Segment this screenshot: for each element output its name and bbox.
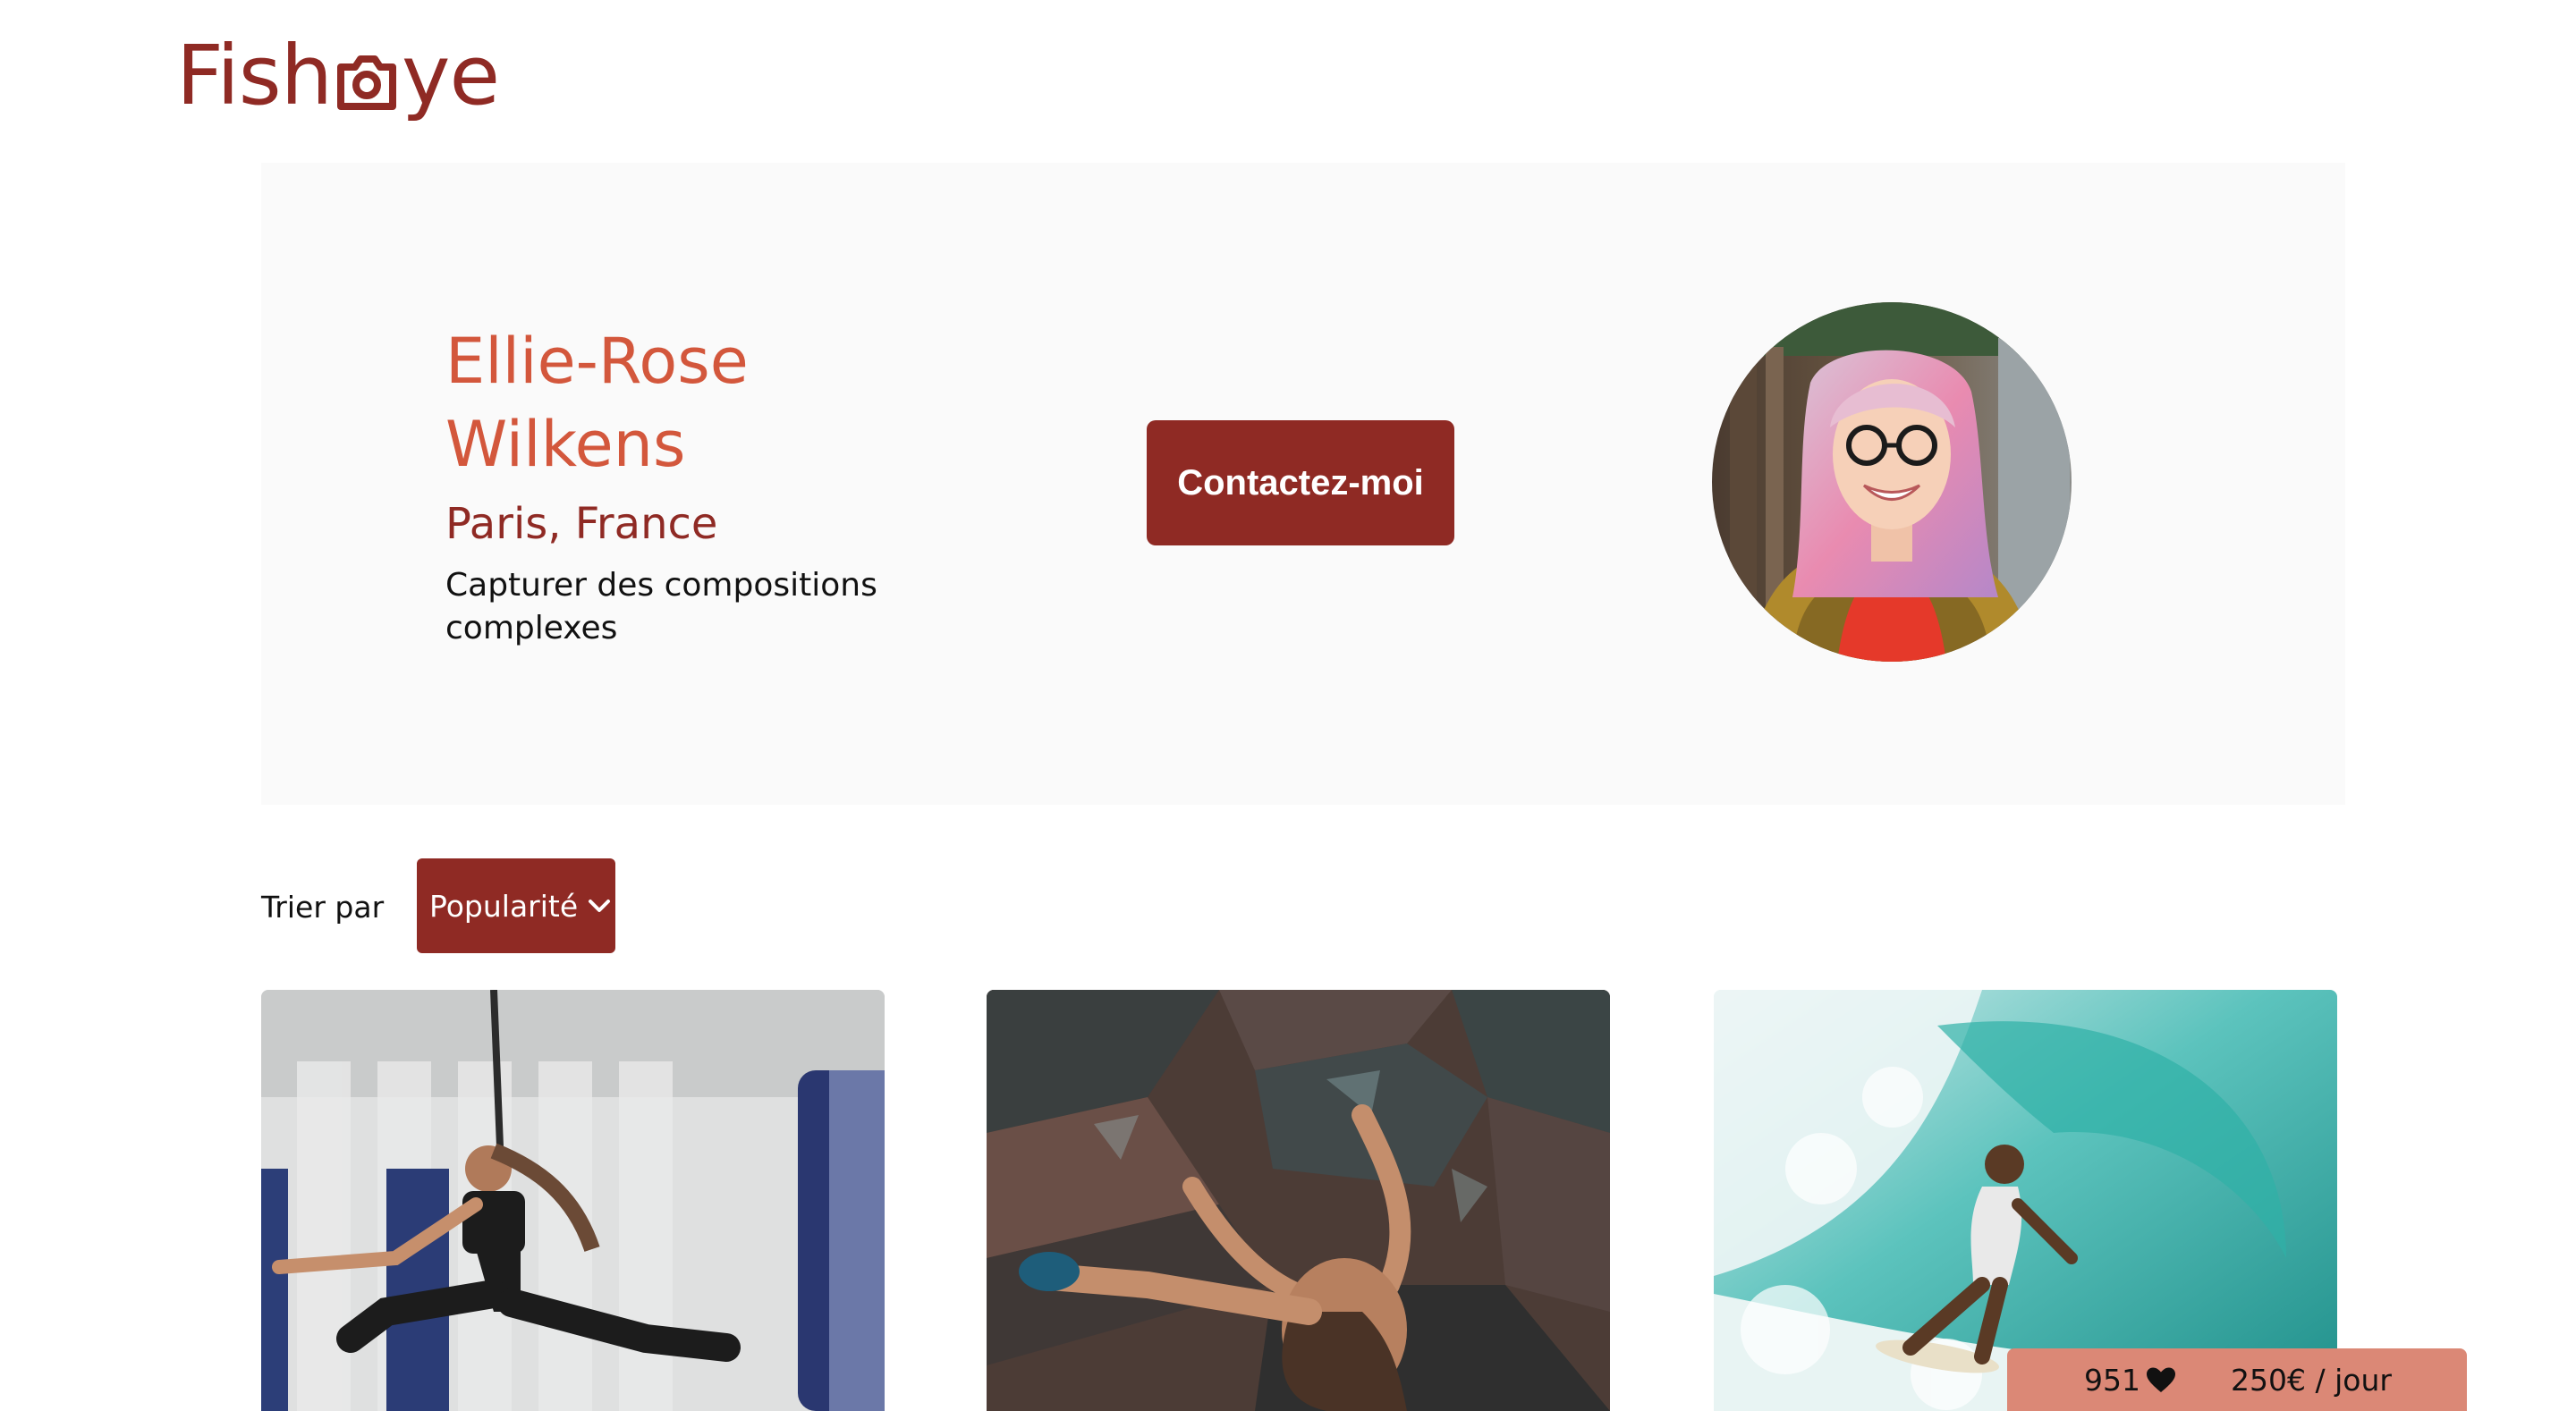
logo[interactable]: Fish ye xyxy=(176,27,500,125)
photographer-name: Ellie-Rose Wilkens xyxy=(445,325,749,481)
sort-label: Trier par xyxy=(261,890,385,925)
sort-dropdown[interactable]: Popularité xyxy=(417,858,615,953)
photographer-tagline: Capturer des compositions complexes xyxy=(445,567,877,646)
likes-count: 951 xyxy=(2084,1362,2140,1398)
chevron-down-icon xyxy=(589,900,611,912)
photographer-stats: 951 250€ / jour xyxy=(2007,1348,2467,1411)
daily-price: 250€ / jour xyxy=(2231,1362,2392,1398)
rock-climbing-photo xyxy=(987,990,1610,1411)
photographer-header: Ellie-Rose Wilkens Paris, France Capture… xyxy=(261,163,2345,805)
contact-button[interactable]: Contactez-moi xyxy=(1147,420,1454,545)
avatar xyxy=(1712,302,2072,662)
sort-selected-value: Popularité xyxy=(429,888,579,924)
logo-text-left: Fish xyxy=(176,28,333,123)
heart-icon xyxy=(2147,1367,2175,1392)
total-likes: 951 xyxy=(2084,1348,2176,1411)
media-card[interactable] xyxy=(987,990,1610,1411)
media-card[interactable] xyxy=(261,990,885,1411)
photographer-location: Paris, France xyxy=(445,499,718,549)
sport-gymnast-photo xyxy=(261,990,885,1411)
camera-icon xyxy=(334,46,400,113)
logo-text-right: ye xyxy=(402,28,500,123)
